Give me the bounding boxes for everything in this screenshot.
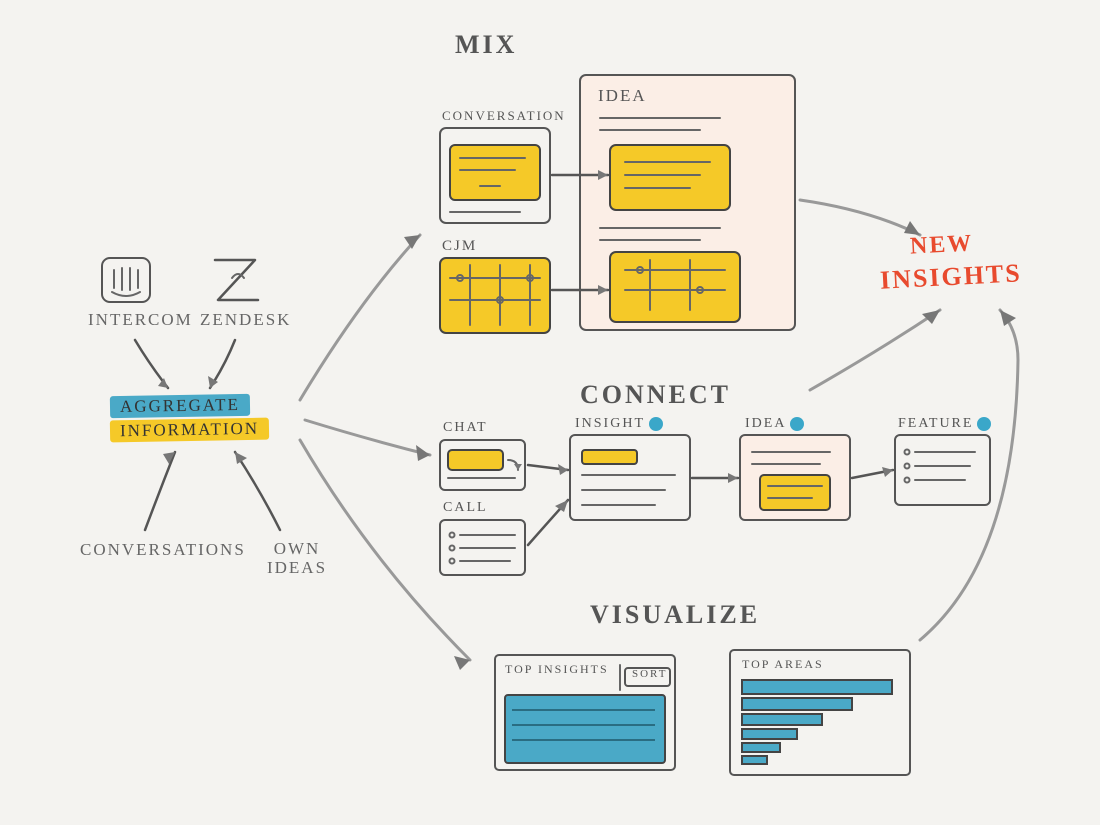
label-idea-mix: IDEA [598, 86, 647, 106]
aggregate-line2: INFORMATION [110, 418, 269, 443]
zendesk-icon [215, 260, 258, 300]
label-insight: INSIGHT [575, 416, 663, 432]
aggregate-block: AGGREGATE INFORMATION [110, 395, 269, 441]
label-call: CALL [443, 500, 488, 516]
label-conversation: CONVERSATION [442, 108, 566, 124]
label-chat: CHAT [443, 420, 488, 436]
dot-icon [977, 417, 991, 431]
label-idea-connect: IDEA [745, 416, 804, 432]
label-top-areas: TOP AREAS [742, 657, 824, 672]
label-own-ideas: OWN IDEAS [262, 540, 332, 577]
output-new: NEW [909, 230, 974, 260]
label-top-insights: TOP INSIGHTS [505, 662, 609, 677]
aggregate-line1: AGGREGATE [110, 394, 250, 418]
heading-mix: MIX [455, 30, 517, 60]
label-cjm: CJM [442, 238, 477, 255]
label-intercom: INTERCOM [88, 310, 193, 330]
dot-icon [649, 417, 663, 431]
label-sort: SORT [632, 668, 667, 680]
flow-arrows [300, 235, 470, 670]
output-insights: INSIGHTS [879, 258, 1022, 295]
label-conversations: CONVERSATIONS [80, 540, 246, 560]
intercom-icon [102, 258, 150, 302]
label-feature: FEATURE [898, 416, 991, 432]
heading-connect: CONNECT [580, 380, 731, 410]
heading-visualize: VISUALIZE [590, 600, 760, 630]
label-zendesk: ZENDESK [200, 310, 291, 330]
dot-icon [790, 417, 804, 431]
